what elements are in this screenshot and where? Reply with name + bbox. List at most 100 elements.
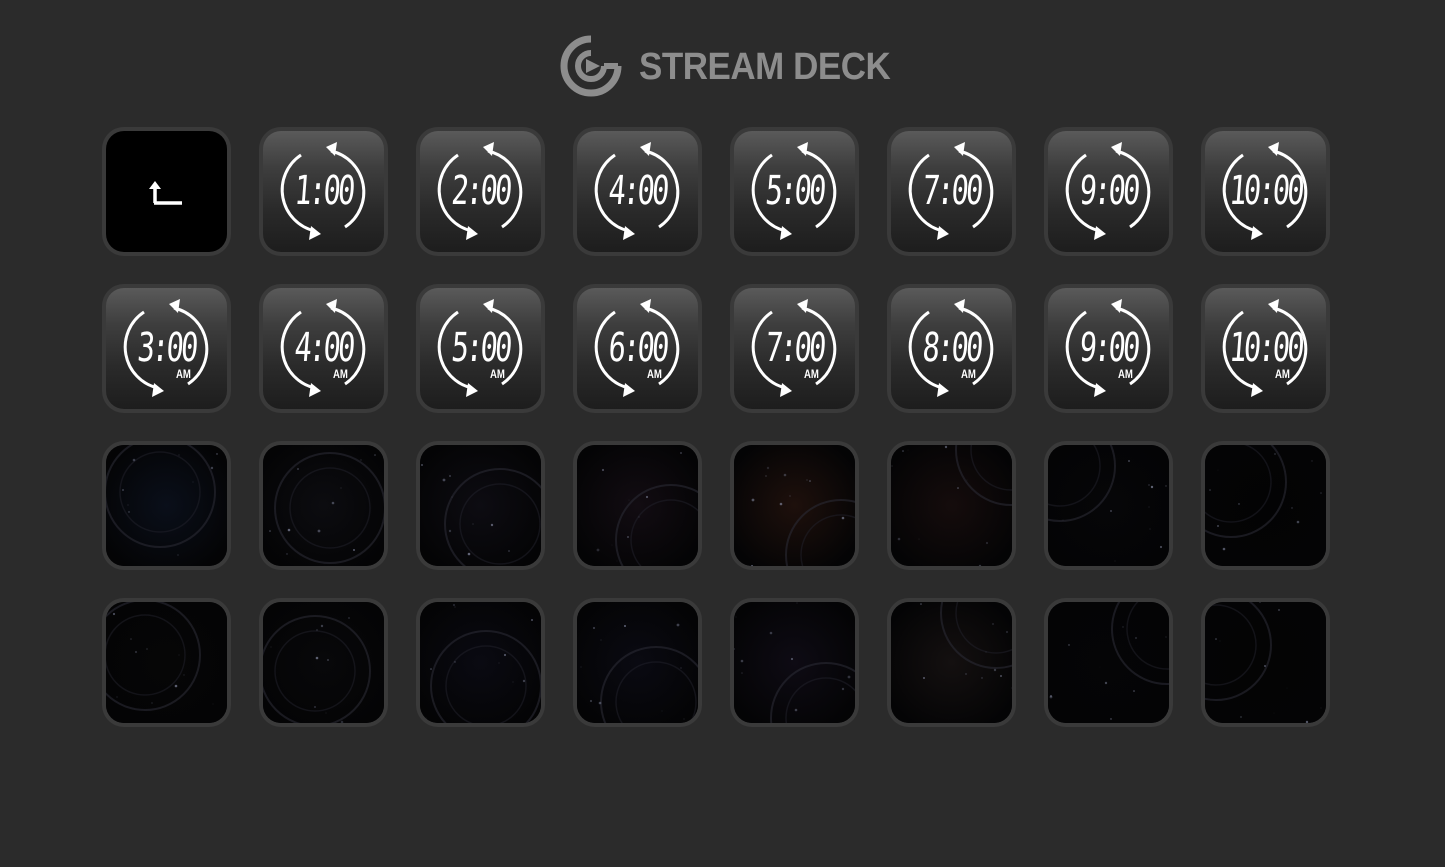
time-label: 2:00 [449, 168, 512, 214]
empty-key[interactable] [102, 441, 231, 570]
space-background-icon [420, 445, 541, 566]
empty-key[interactable] [259, 598, 388, 727]
empty-key[interactable] [1201, 598, 1330, 727]
time-label: 10:00 [1227, 168, 1304, 214]
time-label: 6:00 [606, 325, 669, 371]
empty-key[interactable] [1044, 598, 1173, 727]
time-label: 3:00 [135, 325, 198, 371]
time-label: 7:00 [920, 168, 983, 214]
space-background-icon [263, 445, 384, 566]
am-pm-label: AM [804, 367, 819, 381]
space-background-icon [1048, 445, 1169, 566]
am-pm-label: AM [1118, 367, 1133, 381]
am-pm-label: AM [1275, 367, 1290, 381]
clock-key[interactable]: 10:00 AM [1201, 284, 1330, 413]
key-face: 7:00 [891, 131, 1012, 252]
key-face [891, 445, 1012, 566]
back-arrow-icon [149, 181, 182, 205]
key-face [420, 445, 541, 566]
empty-key[interactable] [1201, 441, 1330, 570]
key-face [420, 602, 541, 723]
key-face: 6:00 AM [577, 288, 698, 409]
time-label: 8:00 [920, 325, 983, 371]
space-background-icon [1048, 602, 1169, 723]
space-background-icon [577, 445, 698, 566]
am-pm-label: AM [490, 367, 505, 381]
space-background-icon [734, 445, 855, 566]
am-pm-label: AM [961, 367, 976, 381]
key-face: 7:00 AM [734, 288, 855, 409]
time-label: 1:00 [292, 168, 355, 214]
space-background-icon [106, 602, 227, 723]
space-background-icon [1205, 445, 1326, 566]
clock-key[interactable]: 3:00 AM [102, 284, 231, 413]
key-face: 9:00 [1048, 131, 1169, 252]
clock-key[interactable]: 5:00 AM [416, 284, 545, 413]
empty-key[interactable] [573, 441, 702, 570]
key-face [1205, 602, 1326, 723]
key-face: 8:00 AM [891, 288, 1012, 409]
key-grid: 1:00 2:00 4:00 5:00 7:00 9:00 10:00 3:00… [102, 127, 1330, 727]
clock-key[interactable]: 4:00 AM [259, 284, 388, 413]
key-face: 5:00 [734, 131, 855, 252]
clock-key[interactable]: 6:00 AM [573, 284, 702, 413]
clock-key[interactable]: 2:00 [416, 127, 545, 256]
key-face [734, 445, 855, 566]
empty-key[interactable] [416, 598, 545, 727]
brand-title: STREAM DECK [639, 46, 891, 88]
key-face [263, 445, 384, 566]
space-background-icon [106, 445, 227, 566]
key-face: 1:00 [263, 131, 384, 252]
header: STREAM DECK [0, 0, 1445, 120]
key-face [577, 445, 698, 566]
clock-key[interactable]: 1:00 [259, 127, 388, 256]
clock-key[interactable]: 5:00 [730, 127, 859, 256]
empty-key[interactable] [887, 598, 1016, 727]
time-label: 7:00 [763, 325, 826, 371]
empty-key[interactable] [102, 598, 231, 727]
key-face [734, 602, 855, 723]
empty-key[interactable] [1044, 441, 1173, 570]
space-background-icon [577, 602, 698, 723]
am-pm-label: AM [333, 367, 348, 381]
time-label: 9:00 [1077, 325, 1140, 371]
key-face [1205, 445, 1326, 566]
empty-key[interactable] [730, 441, 859, 570]
empty-key[interactable] [416, 441, 545, 570]
clock-key[interactable]: 7:00 AM [730, 284, 859, 413]
time-label: 4:00 [292, 325, 355, 371]
empty-key[interactable] [573, 598, 702, 727]
key-face [1048, 602, 1169, 723]
empty-key[interactable] [730, 598, 859, 727]
key-face [577, 602, 698, 723]
time-label: 5:00 [763, 168, 826, 214]
key-face: 10:00 AM [1205, 288, 1326, 409]
key-face: 3:00 AM [106, 288, 227, 409]
clock-key[interactable]: 4:00 [573, 127, 702, 256]
space-background-icon [734, 602, 855, 723]
clock-key[interactable]: 9:00 [1044, 127, 1173, 256]
key-face [106, 445, 227, 566]
clock-key[interactable]: 9:00 AM [1044, 284, 1173, 413]
am-pm-label: AM [647, 367, 662, 381]
time-label: 10:00 [1227, 325, 1304, 371]
time-label: 9:00 [1077, 168, 1140, 214]
back-key[interactable] [102, 127, 231, 256]
clock-key[interactable]: 7:00 [887, 127, 1016, 256]
space-background-icon [420, 602, 541, 723]
am-pm-label: AM [176, 367, 191, 381]
space-background-icon [891, 445, 1012, 566]
clock-key[interactable]: 10:00 [1201, 127, 1330, 256]
key-face [1048, 445, 1169, 566]
empty-key[interactable] [887, 441, 1016, 570]
key-face [106, 602, 227, 723]
key-face [106, 131, 227, 252]
key-face: 4:00 AM [263, 288, 384, 409]
time-label: 4:00 [606, 168, 669, 214]
key-face: 9:00 AM [1048, 288, 1169, 409]
clock-key[interactable]: 8:00 AM [887, 284, 1016, 413]
elgato-logo-icon [560, 35, 622, 97]
space-background-icon [891, 602, 1012, 723]
empty-key[interactable] [259, 441, 388, 570]
space-background-icon [263, 602, 384, 723]
